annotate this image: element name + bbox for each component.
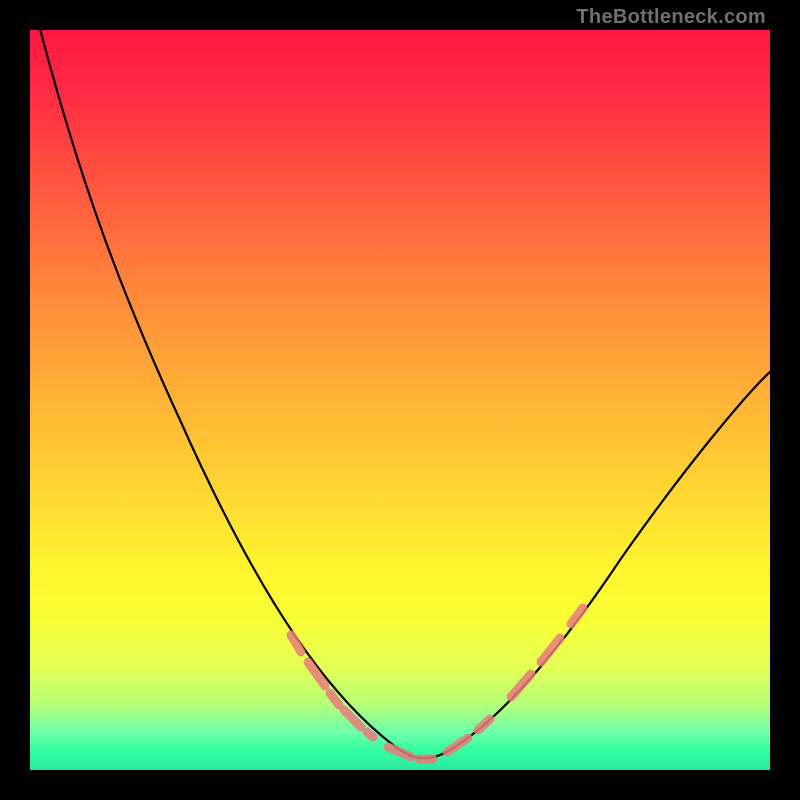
overlay-dash-10 [541,638,560,662]
overlay-dash-8 [478,719,490,730]
chart-plot-area [30,30,770,770]
overlay-dash-4 [367,732,373,737]
overlay-dash-0 [291,635,301,652]
chart-overlay-dashes [291,608,583,759]
overlay-dash-3 [344,710,361,727]
chart-svg [30,30,770,770]
overlay-dash-5 [388,747,411,757]
overlay-dash-9 [511,674,531,697]
chart-main-curve [30,0,772,758]
overlay-dash-11 [571,608,583,624]
overlay-dash-7 [447,738,468,752]
watermark-text: TheBottleneck.com [576,6,766,29]
overlay-dash-2 [330,693,339,705]
